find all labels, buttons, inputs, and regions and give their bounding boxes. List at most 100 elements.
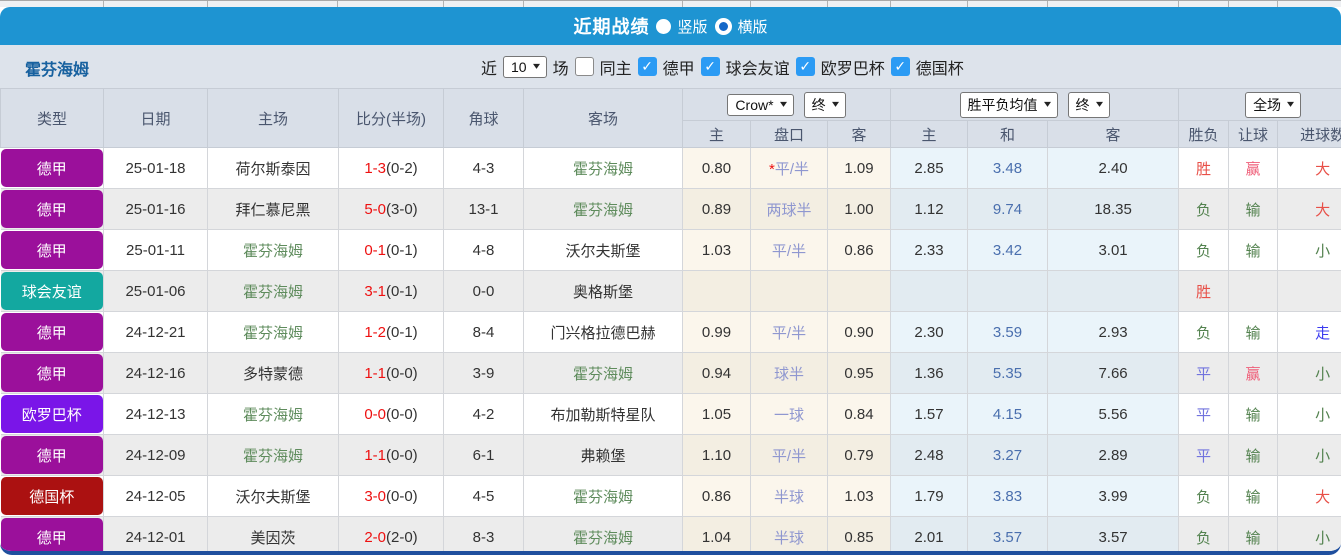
match-count-select[interactable]: 10 ▾ <box>503 56 547 78</box>
handicap-text: 球半 <box>774 366 804 383</box>
score-cell: 0-0(0-0) <box>339 394 444 435</box>
avg-home: 2.01 <box>891 517 968 555</box>
match-row: 德甲24-12-01美因茨2-0(2-0)8-3霍芬海姆1.04半球0.852.… <box>1 517 1341 555</box>
corner-score: 13-1 <box>444 189 524 230</box>
away-team: 奥格斯堡 <box>524 271 683 312</box>
odds-handicap: 半球 <box>751 476 828 517</box>
layout-option-vertical[interactable]: 竖版 <box>656 16 707 37</box>
avg-time-select-value: 终 <box>1076 95 1090 115</box>
away-team: 霍芬海姆 <box>524 148 683 189</box>
corner-score: 8-4 <box>444 312 524 353</box>
results-table: 类型 日期 主场 比分(半场) 角球 客场 Crow* ▾ 终 ▾ <box>0 88 1341 555</box>
league-checkbox-dfb-pokal[interactable]: ✓ <box>891 57 910 76</box>
result-handicap: 赢 <box>1229 353 1278 394</box>
avg-type-select[interactable]: 胜平负均值 ▾ <box>960 92 1058 118</box>
handicap-text: 平/半 <box>772 243 806 260</box>
avg-away: 3.57 <box>1048 517 1179 555</box>
corner-score: 3-9 <box>444 353 524 394</box>
radio-vertical-icon[interactable] <box>656 19 671 34</box>
odds-home: 1.03 <box>683 230 751 271</box>
match-date: 24-12-09 <box>104 435 208 476</box>
same-home-checkbox[interactable] <box>575 57 594 76</box>
odds-handicap: 一球 <box>751 394 828 435</box>
league-badge-cell: 德甲 <box>1 353 104 394</box>
avg-time-select[interactable]: 终 ▾ <box>1068 92 1110 118</box>
league-badge: 德甲 <box>1 231 104 269</box>
same-home-label: 同主 <box>600 55 632 79</box>
odds-handicap: 平/半 <box>751 312 828 353</box>
match-date: 24-12-16 <box>104 353 208 394</box>
result-goals: 小 <box>1278 230 1341 271</box>
bookmaker-select[interactable]: Crow* ▾ <box>727 94 793 116</box>
league-label-bundesliga: 德甲 <box>663 55 695 79</box>
sub-header-odds-home: 主 <box>683 121 751 148</box>
avg-draw: 9.74 <box>968 189 1048 230</box>
handicap-text: 一球 <box>774 407 804 424</box>
league-checkbox-europa[interactable]: ✓ <box>796 57 815 76</box>
layout-option-horizontal[interactable]: 横版 <box>715 16 768 37</box>
odds-handicap <box>751 271 828 312</box>
half-time-score: (2-0) <box>386 529 418 546</box>
avg-draw: 4.15 <box>968 394 1048 435</box>
match-date: 24-12-13 <box>104 394 208 435</box>
corner-score: 4-2 <box>444 394 524 435</box>
league-badge-cell: 欧罗巴杯 <box>1 394 104 435</box>
away-team: 霍芬海姆 <box>524 353 683 394</box>
league-checkbox-bundesliga[interactable]: ✓ <box>638 57 657 76</box>
half-time-score: (3-0) <box>386 201 418 218</box>
score-cell: 3-0(0-0) <box>339 476 444 517</box>
full-time-score: 2-0 <box>364 529 386 546</box>
handicap-text: 平/半 <box>772 325 806 342</box>
home-team: 美因茨 <box>208 517 339 555</box>
corner-score: 4-3 <box>444 148 524 189</box>
odds-home: 0.94 <box>683 353 751 394</box>
score-cell: 1-1(0-0) <box>339 435 444 476</box>
score-cell: 2-0(2-0) <box>339 517 444 555</box>
odds-home: 1.05 <box>683 394 751 435</box>
score-cell: 1-1(0-0) <box>339 353 444 394</box>
match-row: 德甲25-01-18荷尔斯泰因1-3(0-2)4-3霍芬海姆0.80*平/半1.… <box>1 148 1341 189</box>
period-select[interactable]: 全场 ▾ <box>1245 92 1301 118</box>
chevron-down-icon: ▾ <box>1287 99 1294 110</box>
odds-time-select[interactable]: 终 ▾ <box>804 92 846 118</box>
odds-away: 1.03 <box>828 476 891 517</box>
home-team: 荷尔斯泰因 <box>208 148 339 189</box>
result-handicap: 赢 <box>1229 148 1278 189</box>
odds-time-select-value: 终 <box>812 95 826 115</box>
chevron-down-icon: ▾ <box>832 99 839 110</box>
result-outcome: 负 <box>1179 476 1229 517</box>
radio-horizontal-icon[interactable] <box>715 18 732 35</box>
league-badge-cell: 球会友谊 <box>1 271 104 312</box>
chevron-down-icon: ▾ <box>533 61 540 72</box>
away-team: 弗赖堡 <box>524 435 683 476</box>
score-cell: 1-2(0-1) <box>339 312 444 353</box>
match-date: 25-01-11 <box>104 230 208 271</box>
odds-home: 1.10 <box>683 435 751 476</box>
odds-handicap: 两球半 <box>751 189 828 230</box>
avg-away: 5.56 <box>1048 394 1179 435</box>
away-team: 门兴格拉德巴赫 <box>524 312 683 353</box>
team-name-link[interactable]: 霍芬海姆 <box>25 56 89 80</box>
top-tick-strip <box>0 0 1341 7</box>
full-time-score: 1-1 <box>364 365 386 382</box>
score-cell: 1-3(0-2) <box>339 148 444 189</box>
league-badge: 欧罗巴杯 <box>1 395 104 433</box>
avg-home: 1.36 <box>891 353 968 394</box>
result-handicap: 输 <box>1229 189 1278 230</box>
odds-away: 0.95 <box>828 353 891 394</box>
avg-home <box>891 271 968 312</box>
match-row: 德甲25-01-11霍芬海姆0-1(0-1)4-8沃尔夫斯堡1.03平/半0.8… <box>1 230 1341 271</box>
handicap-text: 平/半 <box>772 448 806 465</box>
filter-bar: 霍芬海姆 近 10 ▾ 场 同主 ✓ 德甲 ✓ 球会友谊 ✓ 欧罗巴杯 ✓ 德国… <box>0 45 1341 88</box>
avg-home: 2.48 <box>891 435 968 476</box>
odds-handicap: 半球 <box>751 517 828 555</box>
full-time-score: 1-2 <box>364 324 386 341</box>
avg-group-header: 胜平负均值 ▾ 终 ▾ <box>891 89 1179 121</box>
result-goals: 小 <box>1278 517 1341 555</box>
odds-home: 0.89 <box>683 189 751 230</box>
league-label-dfb-pokal: 德国杯 <box>916 55 964 79</box>
league-checkbox-friendly[interactable]: ✓ <box>701 57 720 76</box>
league-badge-cell: 德甲 <box>1 230 104 271</box>
match-row: 球会友谊25-01-06霍芬海姆3-1(0-1)0-0奥格斯堡胜 <box>1 271 1341 312</box>
result-outcome: 负 <box>1179 312 1229 353</box>
